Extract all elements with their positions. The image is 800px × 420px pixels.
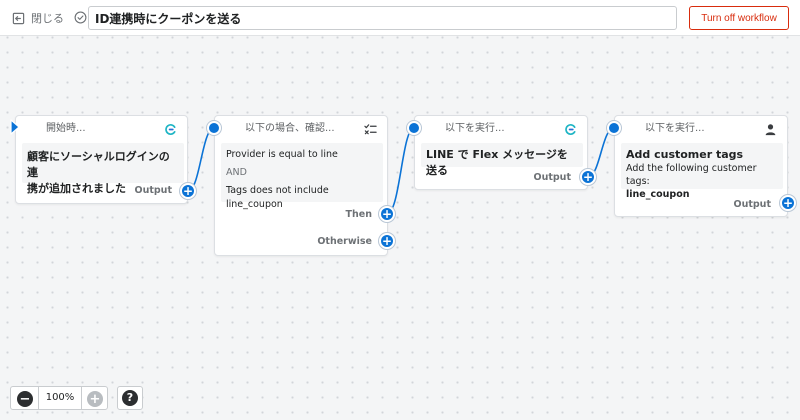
trigger-node-header: 開始時... [16,116,187,142]
tags-action-node-body: Add customer tags Add the following cust… [621,143,783,200]
flow-logo-icon [565,124,576,135]
zoom-in-button[interactable]: + [87,391,103,407]
connector-then-to-line-action [386,127,415,215]
trigger-output-label: Output [134,185,173,196]
help-icon: ? [122,390,138,406]
person-icon [765,124,776,136]
line-action-node[interactable]: 以下を実行... LINE で Flex メッセージを送る Output [414,115,588,190]
condition-then-label: Then [345,209,372,220]
line-action-output-port[interactable]: + [580,169,596,185]
line-action-output-label: Output [533,172,572,183]
condition-rule-2: Tags does not include line_coupon [226,185,329,210]
tags-action-input-port[interactable] [607,121,621,135]
trigger-node-body: 顧客にソーシャルログインの連 携が追加されました [22,143,184,195]
condition-node-head: 以下の場合、確認... [245,123,335,134]
tags-action-output-port[interactable]: + [780,195,796,211]
zoom-out-button[interactable]: − [17,391,33,407]
zoom-level: 100% [38,387,82,409]
help-button[interactable]: ? [117,386,143,410]
condition-node[interactable]: 以下の場合、確認... Provider is equal to line AN… [214,115,388,256]
checklist-icon [364,124,377,135]
tags-action-node-header: 以下を実行... [615,116,787,142]
flow-logo-icon [165,124,176,135]
tags-action-output-label: Output [733,199,772,210]
trigger-start-marker-icon [10,119,20,135]
tags-action-node[interactable]: 以下を実行... Add customer tags Add the follo… [614,115,788,217]
condition-node-header: 以下の場合、確認... [215,116,387,142]
trigger-output-port[interactable]: + [180,183,196,199]
condition-otherwise-label: Otherwise [317,236,372,247]
tags-action-title: Add customer tags [626,148,744,161]
tags-action-description: Add the following customer tags: [626,163,757,187]
condition-rule-1: Provider is equal to line [226,149,338,160]
trigger-title-line1: 顧客にソーシャルログインの連 [27,150,170,179]
trigger-node[interactable]: 開始時... 顧客にソーシャルログインの連 携が追加されました Output [15,115,188,204]
condition-then-port[interactable]: + [379,206,395,222]
condition-operator: AND [226,167,247,178]
line-action-node-head: 以下を実行... [445,123,505,134]
line-action-node-header: 以下を実行... [415,116,587,142]
condition-input-port[interactable] [207,121,221,135]
line-action-input-port[interactable] [407,121,421,135]
condition-node-body: Provider is equal to line AND Tags does … [221,143,383,210]
tags-action-node-head: 以下を実行... [645,123,705,134]
zoom-controls: − 100% + [10,386,108,410]
connector-trigger-to-condition [187,127,215,192]
trigger-node-head: 開始時... [46,123,86,134]
condition-otherwise-port[interactable]: + [379,233,395,249]
line-action-node-body: LINE で Flex メッセージを送る [421,143,583,177]
